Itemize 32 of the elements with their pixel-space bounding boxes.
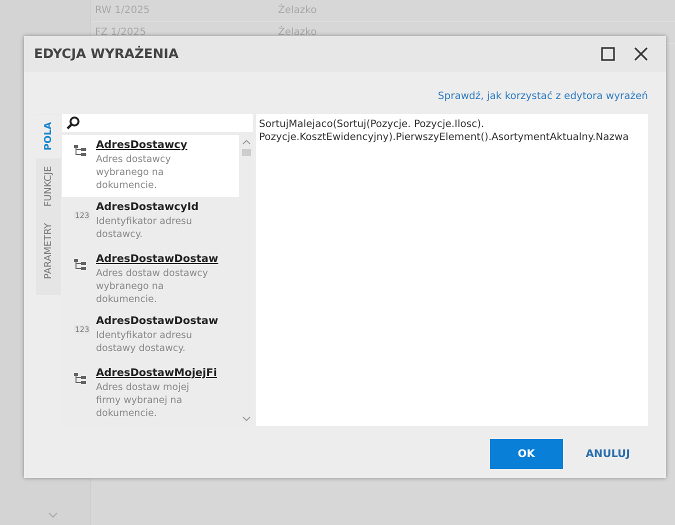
chevron-up-icon[interactable]	[242, 139, 250, 145]
search-icon	[66, 116, 80, 130]
scrollbar-thumb[interactable]	[242, 149, 250, 156]
hierarchy-icon	[74, 373, 86, 384]
field-description: Adres dostawcy wybranego na dokumencie.	[96, 153, 172, 192]
field-list-item[interactable]: AdresDostawMojejFi Adres dostaw mojej firmy wybranej na dokumencie.	[62, 363, 239, 425]
side-tab[interactable]: PARAMETRY	[43, 215, 54, 288]
field-list-item[interactable]: AdresDostawDostaw Adres dostaw dostawcy wybranego na dokumencie.	[62, 249, 239, 311]
expression-text: SortujMalejaco(Sortuj(Pozycje. Pozycje.Ilosc). Pozycje.KosztEwidencyjny).PierwszyElement().AsortymentAktualny.Nazwa	[259, 118, 630, 144]
field-name: AdresDostawcy	[96, 139, 188, 151]
field-description: Identyfikator adresu dostawy dostawcy.	[96, 329, 194, 355]
ok-button[interactable]: OK	[490, 439, 563, 469]
hierarchy-icon	[74, 259, 86, 270]
hierarchy-icon	[74, 145, 86, 156]
field-name: AdresDostawMojejFi	[96, 367, 218, 379]
chevron-down-icon	[48, 512, 58, 518]
cancel-button[interactable]: ANULUJ	[586, 448, 630, 460]
dialog-title: EDYCJA WYRAŻENIA	[34, 46, 179, 62]
field-list-item[interactable]: AdresDostawcy Adres dostawcy wybranego na dokumencie.	[62, 135, 239, 197]
field-name: AdresDostawDostaw	[96, 253, 220, 265]
field-name: AdresDostawDostaw	[96, 315, 220, 327]
side-tab[interactable]: FUNKCJE	[43, 158, 54, 216]
chevron-down-icon[interactable]	[242, 416, 250, 422]
field-name: AdresDostawcyId	[96, 201, 200, 213]
close-icon[interactable]	[634, 47, 648, 61]
expression-editor[interactable]: SortujMalejaco(Sortuj(Pozycje. Pozycje.Ilosc). Pozycje.KosztEwidencyjny).PierwszyElement().AsortymentAktualny.Nazwa	[256, 114, 648, 426]
field-description: Adres dostaw dostawcy wybranego na dokumencie.	[96, 267, 208, 306]
help-link[interactable]: Sprawdź, jak korzystać z edytora wyrażeń	[438, 90, 648, 102]
field-description: Identyfikator adresu dostawcy.	[96, 215, 194, 241]
field-description: Adres dostaw mojej firmy wybranej na dokumencie.	[96, 381, 190, 420]
search-field[interactable]	[62, 114, 253, 132]
maximize-icon[interactable]	[601, 47, 615, 61]
